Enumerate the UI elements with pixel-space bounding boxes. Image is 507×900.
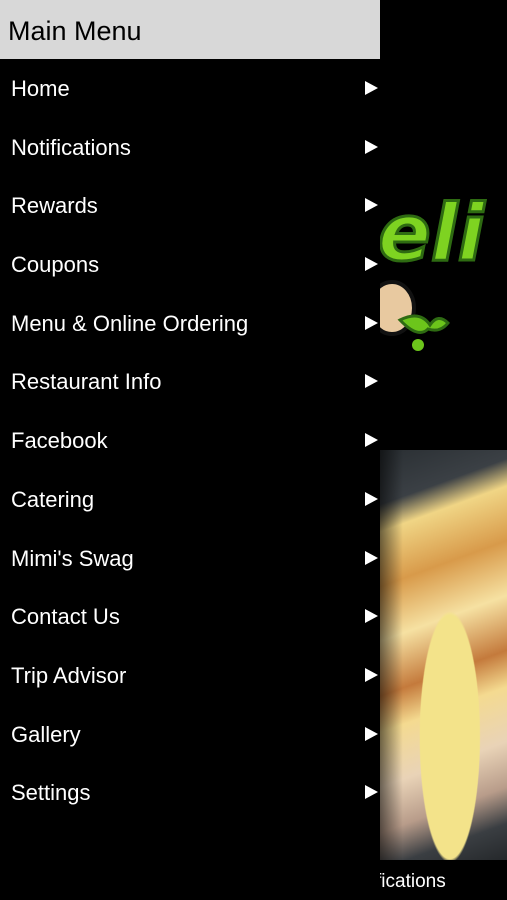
menu-item-label: Facebook xyxy=(11,428,108,454)
menu-item-label: Settings xyxy=(11,780,91,806)
notifications-tab[interactable]: fications xyxy=(380,860,507,900)
menu-item-restaurant-info[interactable]: Restaurant Info xyxy=(0,352,380,411)
menu-item-trip-advisor[interactable]: Trip Advisor xyxy=(0,646,380,705)
drawer-header: Main Menu xyxy=(0,0,380,59)
notifications-tab-label: fications xyxy=(380,871,446,892)
menu-item-label: Restaurant Info xyxy=(11,369,162,395)
menu-item-label: Catering xyxy=(11,486,95,512)
menu-list: Home Notifications Rewards Coupons Menu … xyxy=(0,59,380,822)
menu-item-rewards[interactable]: Rewards xyxy=(0,176,380,235)
logo-text: eli xyxy=(378,190,486,279)
menu-item-gallery[interactable]: Gallery xyxy=(0,705,380,764)
chevron-right-icon xyxy=(365,550,378,565)
chevron-right-icon xyxy=(365,374,378,389)
menu-item-swag[interactable]: Mimi's Swag xyxy=(0,529,380,588)
chevron-right-icon xyxy=(365,315,378,330)
menu-item-label: Contact Us xyxy=(11,604,120,630)
menu-item-settings[interactable]: Settings xyxy=(0,763,380,822)
chevron-right-icon xyxy=(365,491,378,506)
menu-item-label: Gallery xyxy=(11,721,81,747)
menu-item-label: Notifications xyxy=(11,134,131,160)
chevron-right-icon xyxy=(365,81,378,95)
menu-item-catering[interactable]: Catering xyxy=(0,470,380,529)
chevron-right-icon xyxy=(365,433,378,448)
drawer-title: Main Menu xyxy=(8,16,142,46)
menu-item-label: Coupons xyxy=(11,252,100,278)
chevron-right-icon xyxy=(365,257,378,272)
chevron-right-icon xyxy=(365,785,378,800)
menu-item-coupons[interactable]: Coupons xyxy=(0,235,380,294)
chevron-right-icon xyxy=(365,139,378,154)
chevron-right-icon xyxy=(365,609,378,624)
menu-item-label: Rewards xyxy=(11,193,98,219)
chevron-right-icon xyxy=(365,726,378,741)
chevron-right-icon xyxy=(365,667,378,682)
menu-item-label: Home xyxy=(11,76,70,101)
menu-item-contact-us[interactable]: Contact Us xyxy=(0,587,380,646)
chevron-right-icon xyxy=(365,198,378,213)
menu-item-label: Trip Advisor xyxy=(11,662,127,688)
menu-item-facebook[interactable]: Facebook xyxy=(0,411,380,470)
menu-item-notifications[interactable]: Notifications xyxy=(0,118,380,177)
main-menu-drawer: Main Menu Home Notifications Rewards Cou… xyxy=(0,0,380,900)
menu-item-label: Mimi's Swag xyxy=(11,545,134,571)
menu-item-online-ordering[interactable]: Menu & Online Ordering xyxy=(0,294,380,353)
menu-item-label: Menu & Online Ordering xyxy=(11,310,249,336)
menu-item-home[interactable]: Home xyxy=(0,59,380,118)
